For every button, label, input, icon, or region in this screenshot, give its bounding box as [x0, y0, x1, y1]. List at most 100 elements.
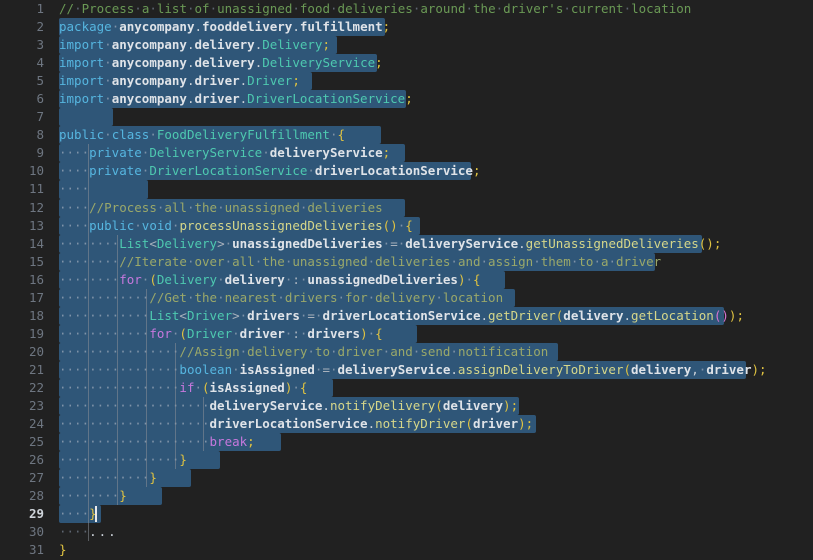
code-line[interactable]: 22 ················if·(isAssigned)·{	[0, 378, 813, 398]
indent-guide	[145, 378, 147, 398]
code-line[interactable]: 2 package·anycompany.fooddelivery.fulfill…	[0, 18, 813, 37]
code-line-content[interactable]: ········}	[47, 487, 813, 506]
code-line[interactable]: 19 ············for·(Driver·driver·:·drive…	[0, 324, 813, 343]
code-line[interactable]: 16 ········for·(Delivery·delivery·:·unass…	[0, 270, 813, 289]
indent-guide	[87, 198, 89, 217]
bracket-close: }	[59, 542, 67, 558]
code-line-content[interactable]: ················}	[47, 451, 813, 470]
bracket-open: {	[473, 271, 481, 287]
bracket-open: (	[179, 325, 187, 341]
code-line[interactable]: 6 import·anycompany.driver.DriverLocation…	[0, 90, 813, 109]
code-line[interactable]: 23 ····················deliveryService.no…	[0, 397, 813, 416]
code-line[interactable]: 29 ····}	[0, 505, 813, 524]
code-line-content[interactable]	[47, 108, 813, 127]
code-line-content[interactable]: ····}	[47, 505, 813, 524]
code-line[interactable]: 12 ····//Process·all·the·unassigned·deliv…	[0, 198, 813, 217]
code-line-content[interactable]: ····················deliveryService.noti…	[47, 397, 813, 416]
code-editor[interactable]: 1 //·Process·a·list·of·unassigned·food·de…	[0, 0, 813, 560]
indent-guide	[87, 288, 89, 307]
token: for	[119, 271, 142, 287]
code-line-content[interactable]: ····················driverLocationServic…	[47, 415, 813, 434]
token: public	[59, 127, 105, 143]
indent-guide	[145, 451, 147, 470]
indent-guide	[116, 451, 118, 470]
line-number: 28	[0, 487, 47, 506]
code-text: ········for·(Delivery·delivery·:·unassig…	[59, 271, 481, 289]
space-dot: ·	[262, 145, 270, 161]
code-line-content[interactable]: import·anycompany.driver.Driver;	[47, 72, 813, 91]
indent-guide	[116, 324, 118, 343]
token: anycompany	[111, 73, 187, 89]
code-line-content[interactable]: import·anycompany.delivery.DeliveryServi…	[47, 54, 813, 73]
code-line-content[interactable]: import·anycompany.driver.DriverLocationS…	[47, 90, 813, 109]
code-line-content[interactable]: package·anycompany.fooddelivery.fulfillm…	[47, 18, 813, 37]
code-line-content[interactable]: ········//Iterate·over·all·the·unassigne…	[47, 252, 813, 271]
space-dot: ·	[329, 361, 338, 377]
code-line-content[interactable]: ············List<Driver>·drivers·=·drive…	[47, 306, 813, 325]
code-line[interactable]: 20 ················//Assign·delivery·to·d…	[0, 342, 813, 361]
line-number: 27	[0, 469, 47, 488]
code-line-content[interactable]: ····	[47, 180, 813, 199]
code-line-content[interactable]: ············}	[47, 469, 813, 488]
code-line[interactable]: 10 ····private·DriverLocationService·driv…	[0, 162, 813, 181]
code-line-content[interactable]: ············for·(Driver·driver·:·drivers…	[47, 324, 813, 343]
token: Delivery	[262, 37, 323, 53]
code-line[interactable]: 30 ····...	[0, 523, 813, 542]
code-line[interactable]: 7	[0, 108, 813, 127]
code-line[interactable]: 9 ····private·DeliveryService·deliverySer…	[0, 144, 813, 163]
code-line[interactable]: 21 ················boolean·isAssigned·=·d…	[0, 360, 813, 379]
code-line[interactable]: 4 import·anycompany.delivery.DeliveryServ…	[0, 54, 813, 73]
code-line[interactable]: 5 import·anycompany.driver.Driver;	[0, 72, 813, 91]
token: void	[141, 217, 172, 233]
code-line[interactable]: 24 ····················driverLocationServ…	[0, 415, 813, 434]
code-line-content[interactable]: ····private·DriverLocationService·driver…	[47, 162, 813, 181]
indent-guide	[87, 378, 89, 398]
code-line[interactable]: 28 ········}	[0, 487, 813, 506]
code-line-content[interactable]: }	[47, 541, 813, 559]
code-line[interactable]: 31}	[0, 541, 813, 560]
operator: :	[292, 271, 300, 287]
code-line-content[interactable]: ········List<Delivery>·unassignedDeliver…	[47, 234, 813, 253]
indent-guide	[116, 234, 118, 253]
code-line-content[interactable]: ················boolean·isAssigned·=·del…	[47, 360, 813, 379]
code-line-content[interactable]: ····public·void·processUnassignedDeliver…	[47, 216, 813, 235]
whitespace-dots: ············	[59, 289, 150, 305]
code-line[interactable]: 8 public·class·FoodDeliveryFulfillment·{	[0, 126, 813, 145]
code-line-content[interactable]: ················//Assign·delivery·to·dri…	[47, 342, 813, 361]
whitespace-dots: ····	[59, 217, 90, 233]
code-line[interactable]: 11 ····	[0, 180, 813, 199]
code-line[interactable]: 13 ····public·void·processUnassignedDeliv…	[0, 216, 813, 235]
code-line-content[interactable]: ············//Get·the·nearest·drivers·fo…	[47, 288, 813, 307]
semicolon: ;	[375, 55, 383, 71]
code-line[interactable]: 3 import·anycompany.delivery.Delivery;	[0, 36, 813, 55]
code-line-content[interactable]: import·anycompany.delivery.Delivery;	[47, 36, 813, 55]
code-line-content[interactable]: ····················break;	[47, 433, 813, 452]
line-number: 1	[0, 0, 47, 19]
whitespace-dots: ················	[59, 452, 180, 468]
code-line[interactable]: 18 ············List<Driver>·drivers·=·dri…	[0, 306, 813, 325]
token: Driver	[186, 325, 233, 341]
code-line-content[interactable]: //·Process·a·list·of·unassigned·food·del…	[47, 0, 813, 18]
code-line-content[interactable]: ········for·(Delivery·delivery·:·unassig…	[47, 270, 813, 289]
code-line-content[interactable]: ················if·(isAssigned)·{	[47, 378, 813, 398]
code-text: ····}	[59, 505, 97, 523]
code-line-content[interactable]: ····private·DeliveryService·deliveryServ…	[47, 144, 813, 163]
code-line[interactable]: 14 ········List<Delivery>·unassignedDeliv…	[0, 234, 813, 253]
code-line-content[interactable]: ····//Process·all·the·unassigned·deliver…	[47, 198, 813, 217]
code-line[interactable]: 15 ········//Iterate·over·all·the·unassig…	[0, 252, 813, 271]
space-dot: ·	[367, 325, 376, 341]
token: fulfillment	[299, 19, 383, 35]
space-dot: ·	[149, 127, 157, 143]
token: deliveryService	[337, 361, 451, 377]
code-line[interactable]: 17 ············//Get·the·nearest·drivers·…	[0, 288, 813, 307]
token: getLocation	[631, 307, 714, 323]
code-line[interactable]: 26 ················}	[0, 451, 813, 470]
comment: //·Process·a·list·of·unassigned·food·del…	[59, 1, 692, 16]
code-line-content[interactable]: ····...	[47, 523, 813, 542]
code-text: ················boolean·isAssigned·=·del…	[59, 361, 767, 379]
code-line[interactable]: 25 ····················break;	[0, 433, 813, 452]
code-line[interactable]: 1 //·Process·a·list·of·unassigned·food·de…	[0, 0, 813, 19]
whitespace-dots: ················	[59, 379, 180, 395]
code-line-content[interactable]: public·class·FoodDeliveryFulfillment·{	[47, 126, 813, 145]
code-line[interactable]: 27 ············}	[0, 469, 813, 488]
